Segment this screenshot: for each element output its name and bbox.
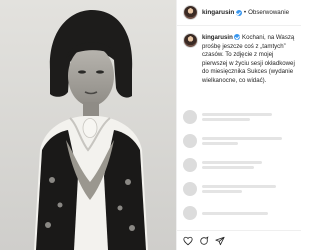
caption-verified-badge-icon [234,33,241,40]
separator-dot: • [243,9,247,16]
post-actions-bar [177,230,301,250]
comment-placeholder [183,182,276,196]
comment-placeholder [183,110,272,124]
caption-username[interactable]: kingarusin [202,34,233,41]
heart-icon[interactable] [183,236,193,246]
caption-avatar[interactable] [183,33,198,48]
verified-badge-icon [235,10,242,16]
profile-username[interactable]: kingarusin [202,9,234,16]
post-caption: kingarusin Kochani, na Waszą prośbę jesz… [183,33,299,86]
caption-body: Kochani, na Waszą prośbę jeszcze coś z „… [202,34,295,84]
post-header: kingarusin • Obserwowanie [177,0,301,26]
share-icon[interactable] [215,236,225,246]
comment-placeholder [183,206,268,220]
comment-icon[interactable] [199,235,209,246]
follow-status-button[interactable]: Obserwowanie [248,9,289,16]
profile-avatar[interactable] [183,5,198,20]
comment-placeholder [183,134,282,148]
caption-text-block: kingarusin Kochani, na Waszą prośbę jesz… [202,33,297,86]
post-photo [0,0,176,250]
post-side-panel: kingarusin • Obserwowanie kingarusin Koc… [176,0,301,250]
post-photo-image [0,0,176,250]
comment-placeholder [183,158,262,172]
